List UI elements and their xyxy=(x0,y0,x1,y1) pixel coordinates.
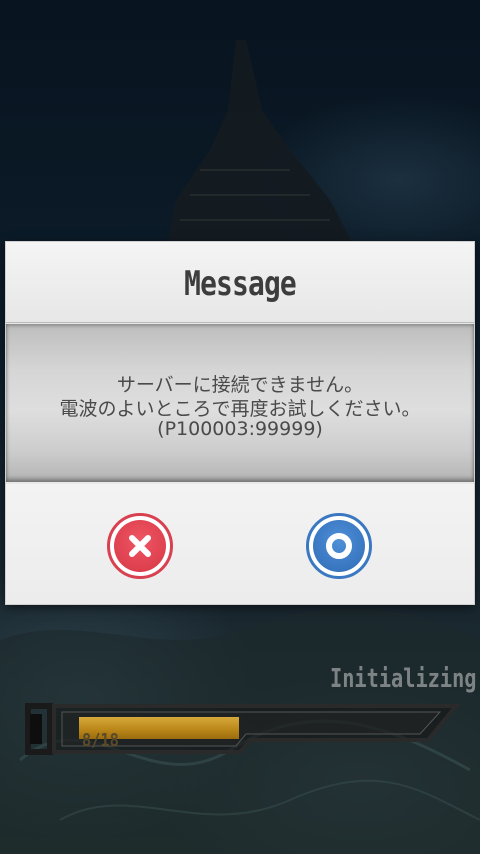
dialog-footer xyxy=(6,484,474,604)
dialog-title: Message xyxy=(184,264,297,304)
ok-button[interactable] xyxy=(306,513,372,579)
error-code: (P100003:99999) xyxy=(157,418,323,440)
message-line-2: 電波のよいところで再度お試しください。 xyxy=(59,398,421,420)
cancel-button-face xyxy=(114,520,166,572)
close-x-icon xyxy=(129,535,151,557)
message-line-1: サーバーに接続できません。 xyxy=(116,374,364,396)
progress-count: 8/18 xyxy=(82,730,119,751)
ok-button-face xyxy=(313,520,365,572)
dialog-message: サーバーに接続できません。 電波のよいところで再度お試しください。 (P1000… xyxy=(6,324,474,482)
cancel-button[interactable] xyxy=(107,513,173,579)
error-dialog: Message サーバーに接続できません。 電波のよいところで再度お試しください… xyxy=(6,242,474,604)
circle-o-icon xyxy=(326,533,352,559)
dialog-header: Message xyxy=(6,242,474,323)
loading-status: Initializing xyxy=(330,664,477,694)
progress-bar-frame xyxy=(25,703,461,755)
